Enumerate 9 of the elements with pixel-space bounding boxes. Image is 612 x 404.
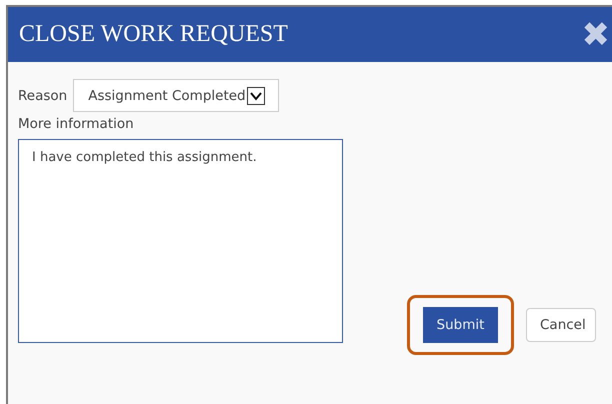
- text-area[interactable]: I have completed this assignment.: [18, 139, 343, 343]
- close-icon[interactable]: ✖: [582, 18, 610, 52]
- field-label: More information: [18, 116, 135, 132]
- cancel-button[interactable]: Cancel: [526, 308, 596, 342]
- caret-icon: [246, 86, 265, 104]
- field-label: Reason: [18, 88, 68, 104]
- dialog-title: CLOSE WORK REQUEST: [19, 21, 288, 48]
- submit-button[interactable]: Submit: [423, 307, 498, 343]
- reason-dropdown[interactable]: Assignment Completed: [73, 79, 279, 112]
